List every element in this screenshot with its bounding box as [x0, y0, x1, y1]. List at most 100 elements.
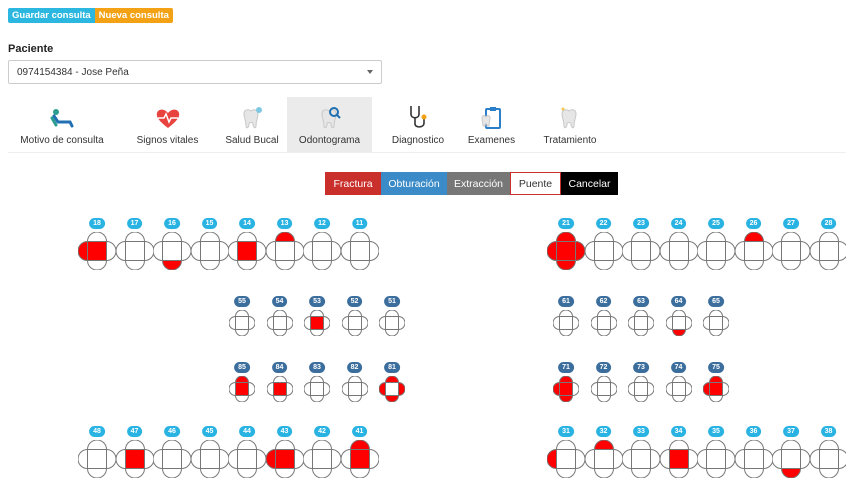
tooth-65[interactable]: 65 [703, 296, 729, 337]
tooth-surface-bottom[interactable] [163, 261, 182, 271]
tab-salud-bucal[interactable]: Salud Bucal [213, 97, 291, 152]
tooth-surface-left[interactable] [585, 242, 595, 261]
tooth-25[interactable]: 25 [697, 218, 735, 271]
tooth-surface-left[interactable] [267, 317, 274, 330]
tooth-surface-center[interactable] [236, 317, 249, 330]
tooth-surface-bottom[interactable] [710, 396, 723, 403]
tooth-surface-left[interactable] [303, 450, 313, 469]
tooth-diagram[interactable] [628, 310, 654, 336]
tooth-surface-center[interactable] [560, 317, 573, 330]
tooth-surface-right[interactable] [361, 383, 368, 396]
tooth-diagram[interactable] [379, 376, 405, 402]
tooth-diagram[interactable] [342, 310, 368, 336]
tooth-surface-top[interactable] [386, 376, 399, 383]
tooth-surface-center[interactable] [200, 450, 219, 469]
tooth-surface-left[interactable] [772, 450, 782, 469]
tooth-54[interactable]: 54 [267, 296, 293, 337]
tooth-surface-left[interactable] [153, 242, 163, 261]
tooth-surface-left[interactable] [116, 450, 126, 469]
tooth-surface-top[interactable] [557, 232, 576, 242]
tooth-22[interactable]: 22 [585, 218, 623, 271]
tooth-surface-bottom[interactable] [273, 396, 286, 403]
tooth-surface-left[interactable] [304, 383, 311, 396]
tooth-surface-center[interactable] [311, 317, 324, 330]
tooth-surface-right[interactable] [324, 317, 331, 330]
tooth-surface-top[interactable] [238, 232, 257, 242]
tooth-82[interactable]: 82 [342, 362, 368, 403]
tooth-diagram[interactable] [303, 232, 341, 270]
tooth-surface-left[interactable] [703, 383, 710, 396]
tooth-diagram[interactable] [591, 376, 617, 402]
fractura-button[interactable]: Fractura [325, 172, 381, 195]
tooth-52[interactable]: 52 [342, 296, 368, 337]
tooth-surface-left[interactable] [342, 317, 349, 330]
tooth-diagram[interactable] [772, 232, 810, 270]
tooth-surface-left[interactable] [266, 242, 276, 261]
tooth-surface-center[interactable] [313, 450, 332, 469]
tooth-surface-bottom[interactable] [669, 261, 688, 271]
tooth-surface-center[interactable] [88, 242, 107, 261]
tab-diagnostico[interactable]: Diagnostico [383, 97, 453, 152]
tooth-surface-top[interactable] [710, 310, 723, 317]
extraccion-button[interactable]: Extracción [447, 172, 510, 195]
tooth-diagram[interactable] [666, 310, 692, 336]
tooth-surface-top[interactable] [669, 232, 688, 242]
tooth-surface-bottom[interactable] [710, 330, 723, 337]
tooth-surface-top[interactable] [311, 310, 324, 317]
tooth-surface-left[interactable] [810, 242, 820, 261]
tooth-63[interactable]: 63 [628, 296, 654, 337]
tooth-surface-center[interactable] [88, 450, 107, 469]
tooth-diagram[interactable] [703, 376, 729, 402]
tooth-surface-bottom[interactable] [348, 396, 361, 403]
tooth-surface-bottom[interactable] [744, 261, 763, 271]
tooth-diagram[interactable] [116, 440, 154, 478]
tooth-42[interactable]: 42 [303, 426, 341, 479]
tooth-surface-right[interactable] [648, 383, 655, 396]
tooth-surface-left[interactable] [628, 317, 635, 330]
tooth-surface-left[interactable] [547, 450, 557, 469]
tooth-surface-top[interactable] [88, 232, 107, 242]
tooth-surface-center[interactable] [557, 450, 576, 469]
tooth-surface-right[interactable] [648, 317, 655, 330]
tooth-surface-center[interactable] [782, 242, 801, 261]
tooth-surface-right[interactable] [286, 317, 293, 330]
tooth-surface-center[interactable] [236, 383, 249, 396]
tab-examenes[interactable]: Examenes [459, 97, 524, 152]
tooth-diagram[interactable] [628, 376, 654, 402]
tooth-surface-top[interactable] [238, 440, 257, 450]
tooth-62[interactable]: 62 [591, 296, 617, 337]
tooth-38[interactable]: 38 [810, 426, 846, 479]
tooth-surface-center[interactable] [348, 317, 361, 330]
tooth-surface-center[interactable] [594, 450, 613, 469]
tooth-diagram[interactable] [585, 232, 623, 270]
tooth-surface-center[interactable] [163, 450, 182, 469]
tooth-diagram[interactable] [553, 310, 579, 336]
tooth-surface-left[interactable] [591, 317, 598, 330]
tooth-diagram[interactable] [697, 440, 735, 478]
tooth-diagram[interactable] [341, 440, 379, 478]
tooth-diagram[interactable] [666, 376, 692, 402]
tooth-surface-top[interactable] [597, 376, 610, 383]
tooth-surface-center[interactable] [275, 450, 294, 469]
tooth-surface-bottom[interactable] [707, 261, 726, 271]
tooth-surface-left[interactable] [622, 450, 632, 469]
tooth-72[interactable]: 72 [591, 362, 617, 403]
tooth-surface-top[interactable] [311, 376, 324, 383]
tooth-surface-bottom[interactable] [594, 261, 613, 271]
tooth-surface-top[interactable] [275, 232, 294, 242]
tooth-surface-left[interactable] [153, 450, 163, 469]
tooth-surface-right[interactable] [573, 383, 580, 396]
tooth-surface-left[interactable] [622, 242, 632, 261]
tooth-surface-top[interactable] [348, 376, 361, 383]
tooth-surface-bottom[interactable] [350, 261, 369, 271]
tooth-diagram[interactable] [553, 376, 579, 402]
tooth-47[interactable]: 47 [116, 426, 154, 479]
tooth-surface-left[interactable] [628, 383, 635, 396]
tooth-surface-left[interactable] [697, 242, 707, 261]
tooth-surface-left[interactable] [666, 383, 673, 396]
tooth-surface-center[interactable] [744, 242, 763, 261]
tooth-17[interactable]: 17 [116, 218, 154, 271]
tooth-surface-center[interactable] [782, 450, 801, 469]
tooth-53[interactable]: 53 [304, 296, 330, 337]
tab-motivo-de-consulta[interactable]: Motivo de consulta [8, 97, 116, 152]
